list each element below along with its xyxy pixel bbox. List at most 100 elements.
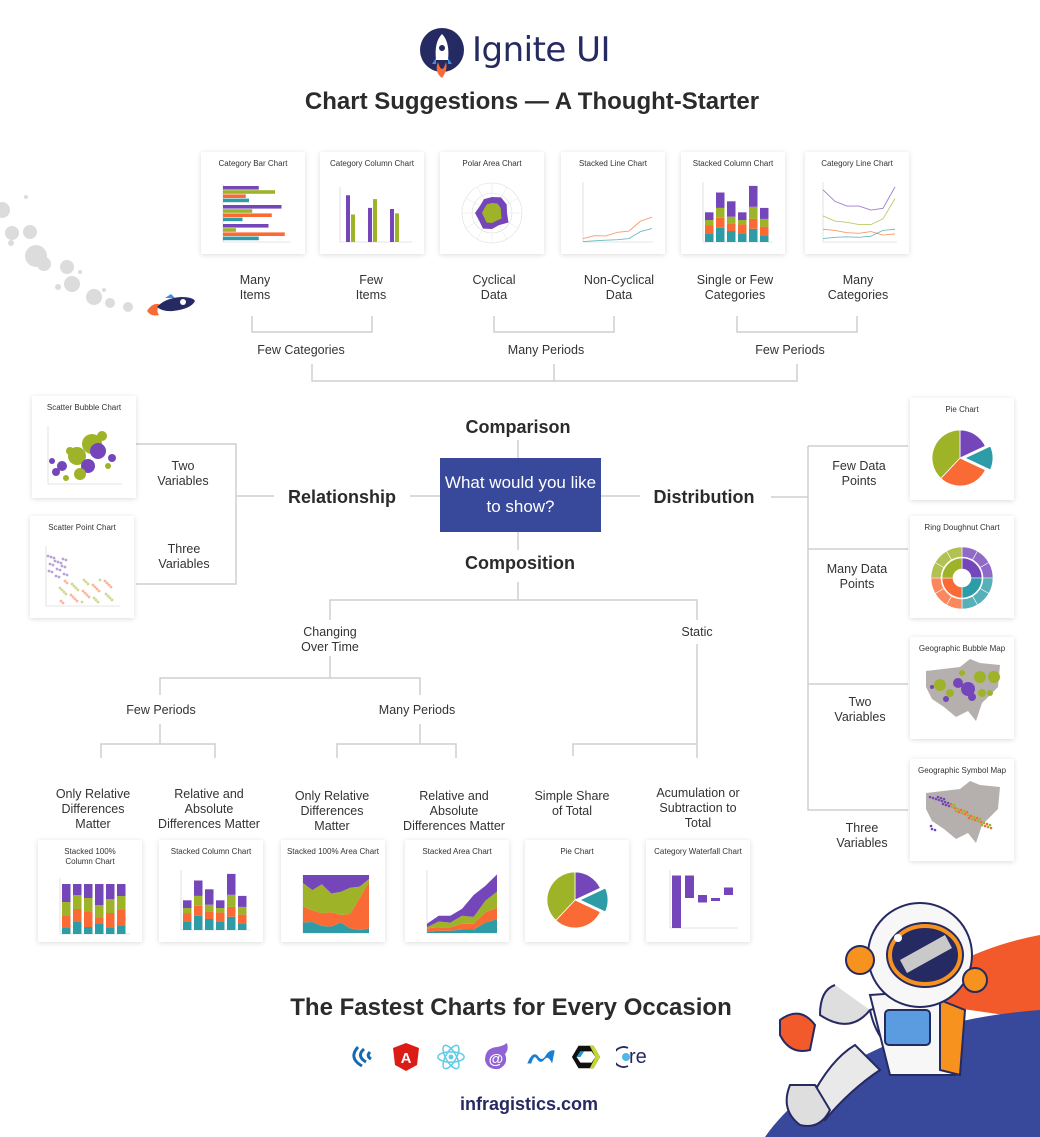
chart-thumbnail-card[interactable]: Stacked 100% Area Chart <box>281 840 385 942</box>
column-segment <box>106 899 115 913</box>
column-segment <box>84 884 93 898</box>
column-segment <box>106 928 115 934</box>
website-link[interactable]: infragistics.com <box>0 1094 1040 1115</box>
map-symbol <box>928 795 932 799</box>
branch-composition: Composition <box>465 553 575 573</box>
scatter-point <box>52 556 56 560</box>
map-symbol <box>979 820 983 824</box>
chart-thumbnail-card[interactable]: Scatter Point Chart <box>30 516 134 618</box>
map-symbol <box>954 809 958 813</box>
option-label: Many Items <box>239 273 271 302</box>
option-label: Simple Share of Total <box>534 789 610 818</box>
few-periods-label: Few Periods <box>126 703 196 717</box>
series-line <box>822 186 896 211</box>
map-symbol <box>940 799 944 803</box>
chart-thumbnail-card[interactable]: Stacked Column Chart <box>681 152 785 254</box>
option-label: Relative and Absolute Differences Matter <box>403 789 505 833</box>
option-label: Relative and Absolute Differences Matter <box>158 787 260 831</box>
map-symbol <box>930 827 934 831</box>
scatter-point <box>49 555 53 559</box>
chart-thumbnail-card[interactable]: Category Waterfall Chart <box>646 840 750 942</box>
chart-thumbnail-card[interactable]: Ring Doughnut Chart <box>910 516 1014 618</box>
scatter-point <box>55 567 59 571</box>
scatter-point <box>50 570 54 574</box>
column-segment <box>117 910 126 926</box>
map-symbol <box>941 802 945 806</box>
scatter-point <box>97 589 101 593</box>
map-symbol <box>967 816 971 820</box>
map-symbol <box>936 795 940 799</box>
map-symbol <box>944 803 948 807</box>
map-symbol <box>939 796 943 800</box>
bubble <box>97 431 107 441</box>
chart-thumbnail-title: Scatter Bubble Chart <box>46 403 122 412</box>
chart-thumbnail-card[interactable]: Pie Chart <box>525 840 629 942</box>
chart-thumbnail-card[interactable]: Scatter Bubble Chart <box>32 396 136 498</box>
scatter-point <box>64 592 68 596</box>
bubble <box>63 475 69 481</box>
group-label: Few Periods <box>755 343 825 357</box>
option-label: Non-Cyclical Data <box>583 273 655 302</box>
chart-thumbnail-title: Stacked 100% Column Chart <box>64 847 116 866</box>
group-label: Few Categories <box>257 343 345 357</box>
option-label: Acumulation or Subtraction to Total <box>656 786 740 830</box>
bubble <box>108 454 116 462</box>
chart-thumbnail-card[interactable]: Stacked 100% Column Chart <box>38 840 142 942</box>
map-symbol <box>982 821 986 825</box>
scatter-point <box>61 601 65 605</box>
scatter-point <box>54 574 58 578</box>
map-bubble <box>934 679 946 691</box>
option-label: Three Variables <box>158 542 210 571</box>
map-symbol <box>989 826 993 830</box>
option-label: Two Variables <box>157 459 209 488</box>
column-segment <box>749 228 758 242</box>
chart-thumbnail-card[interactable]: Stacked Column Chart <box>159 840 263 942</box>
map-land <box>926 781 1000 843</box>
column-segment <box>62 916 71 928</box>
map-symbol <box>947 804 951 808</box>
option-label: Two Variables <box>834 695 886 724</box>
scatter-point <box>82 578 86 582</box>
scatter-point <box>104 592 108 596</box>
column-segment <box>95 924 104 934</box>
footer-title: The Fastest Charts for Every Occasion <box>290 994 732 1021</box>
scatter-point <box>60 564 64 568</box>
column-segment <box>205 904 214 912</box>
chart-thumbnail-card[interactable]: Category Column Chart <box>320 152 424 254</box>
chart-thumbnail-card[interactable]: Category Bar Chart <box>201 152 305 254</box>
scatter-point <box>94 598 98 602</box>
column-segment <box>84 898 93 912</box>
chart-thumbnail-card[interactable]: Polar Area Chart <box>440 152 544 254</box>
scatter-point <box>63 579 67 583</box>
column-segment <box>716 217 725 228</box>
scatter-point <box>81 589 85 593</box>
scatter-point <box>56 560 60 564</box>
column-segment <box>95 884 104 905</box>
column-segment <box>183 913 192 922</box>
column-segment <box>238 914 247 924</box>
chart-thumbnail-title: Category Line Chart <box>821 159 893 168</box>
map-symbol <box>956 807 960 811</box>
waterfall-bar <box>698 895 707 903</box>
bubble <box>49 458 55 464</box>
branch-relationship: Relationship <box>287 487 397 507</box>
svg-text:@: @ <box>489 1051 504 1068</box>
column <box>368 207 372 242</box>
chart-thumbnail-card[interactable]: Pie Chart <box>910 398 1014 500</box>
changing-over-time-label: Changing Over Time <box>301 625 359 654</box>
chart-thumbnail-card[interactable]: Geographic Symbol Map <box>910 759 1014 861</box>
column-segment <box>238 923 247 930</box>
chart-thumbnail-card[interactable]: Stacked Line Chart <box>561 152 665 254</box>
chart-thumbnail-card[interactable]: Stacked Area Chart <box>405 840 509 942</box>
column <box>373 199 377 242</box>
chart-thumbnail-card[interactable]: Category Line Chart <box>805 152 909 254</box>
chart-thumbnail-title: Category Bar Chart <box>218 159 288 168</box>
column <box>395 213 399 242</box>
svg-text:A: A <box>401 1050 412 1067</box>
chart-thumbnail-card[interactable]: Geographic Bubble Map <box>910 637 1014 739</box>
scatter-point <box>96 600 100 604</box>
column-segment <box>216 921 225 930</box>
column-segment <box>716 192 725 208</box>
bar <box>223 232 285 236</box>
waterfall-bar <box>724 887 733 895</box>
